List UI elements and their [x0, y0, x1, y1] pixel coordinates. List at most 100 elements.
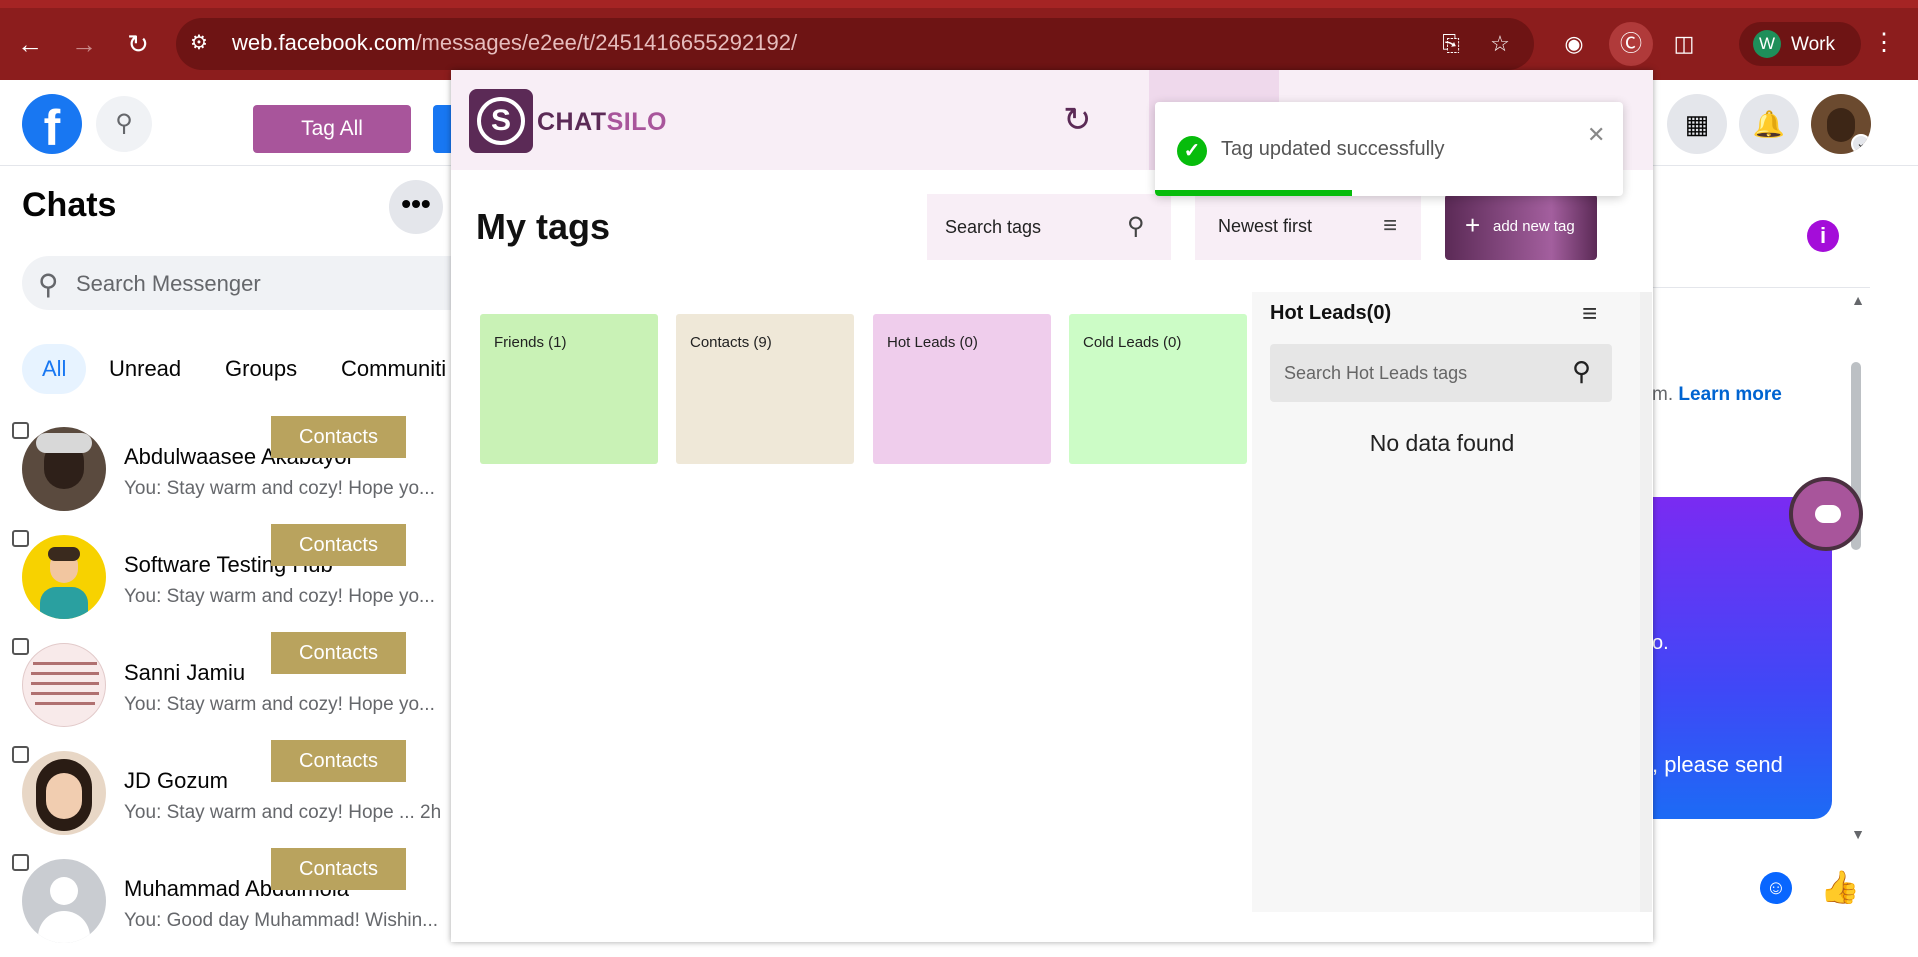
facebook-logo-icon[interactable]: f: [22, 94, 82, 154]
chatsilo-brand: CHATSILO: [537, 108, 667, 137]
brand-part-1: CHAT: [537, 108, 607, 136]
filter-lines-icon: ≡: [1383, 212, 1398, 239]
search-placeholder: Search Messenger: [76, 271, 261, 296]
contacts-tag-badge[interactable]: Contacts: [271, 632, 406, 674]
messenger-search-input[interactable]: ⚲ Search Messenger: [22, 256, 482, 310]
tag-search-input[interactable]: Search tags ⚲: [927, 194, 1171, 260]
message-text-fragment: o.: [1652, 632, 1669, 654]
add-new-tag-label: add new tag: [1493, 218, 1575, 235]
tag-search-placeholder: Search tags: [945, 217, 1042, 237]
chatsilo-floating-button[interactable]: [1789, 477, 1863, 551]
chat-list-item[interactable]: JD Gozum You: Stay warm and cozy! Hope .…: [0, 740, 452, 854]
star-icon[interactable]: ☆: [1486, 30, 1514, 58]
toast-progress-bar: [1155, 190, 1352, 196]
emoji-icon[interactable]: ☺: [1760, 872, 1792, 904]
info-icon[interactable]: i: [1807, 220, 1839, 252]
tag-detail-panel: Hot Leads(0) ≡ Search Hot Leads tags ⚲ N…: [1252, 292, 1644, 912]
notifications-bell-icon[interactable]: 🔔: [1739, 94, 1799, 154]
back-arrow-icon[interactable]: ←: [12, 26, 48, 62]
contacts-tag-badge[interactable]: Contacts: [271, 416, 406, 458]
check-icon: ✓: [1177, 136, 1207, 166]
tag-card-label: Friends (1): [494, 334, 567, 351]
chat-checkbox[interactable]: [12, 530, 29, 547]
apps-grid-icon[interactable]: ▦: [1667, 94, 1727, 154]
tag-card-friends[interactable]: Friends (1): [480, 314, 658, 464]
plus-icon: +: [1465, 210, 1481, 240]
color-ext-icon[interactable]: ◉: [1560, 30, 1588, 58]
chatsilo-ext-icon[interactable]: Ⓒ: [1617, 30, 1645, 58]
contacts-tag-badge[interactable]: Contacts: [271, 848, 406, 890]
more-options-button[interactable]: •••: [389, 180, 443, 234]
forward-arrow-icon[interactable]: →: [66, 26, 102, 62]
chat-name: Sanni Jamiu: [124, 660, 246, 685]
search-icon[interactable]: ⚲: [1127, 212, 1145, 241]
tag-card-label: Hot Leads (0): [887, 334, 978, 351]
add-new-tag-button[interactable]: + add new tag: [1445, 194, 1597, 260]
tag-detail-search-input[interactable]: Search Hot Leads tags ⚲: [1270, 344, 1612, 402]
tag-detail-heading: Hot Leads(0): [1270, 302, 1392, 324]
tag-card-label: Contacts (9): [690, 334, 772, 351]
chatsilo-logo-icon: S: [469, 89, 533, 153]
refresh-icon[interactable]: ↻: [1063, 100, 1092, 140]
tag-card-cold-leads[interactable]: Cold Leads (0): [1069, 314, 1247, 464]
avatar: [22, 751, 106, 835]
kebab-menu-icon[interactable]: ⋮: [1872, 28, 1896, 57]
install-icon[interactable]: ⎘: [1437, 30, 1465, 58]
chat-checkbox[interactable]: [12, 746, 29, 763]
chat-preview: You: Stay warm and cozy! Hope ... 2h: [124, 802, 442, 823]
learn-more-link[interactable]: Learn more: [1678, 384, 1781, 405]
puzzle-icon[interactable]: ◫: [1670, 30, 1698, 58]
chats-title: Chats: [22, 186, 117, 224]
chat-preview: You: Stay warm and cozy! Hope yo...: [124, 478, 435, 499]
chat-checkbox[interactable]: [12, 854, 29, 871]
reload-icon[interactable]: ↻: [120, 26, 156, 62]
chat-list-item[interactable]: Muhammad Abdulmola You: Good day Muhamma…: [0, 848, 452, 957]
site-info-icon[interactable]: ⚙: [190, 30, 216, 56]
page-title: My tags: [476, 206, 611, 247]
filter-lines-icon[interactable]: ≡: [1582, 298, 1597, 329]
chat-preview: You: Good day Muhammad! Wishin...: [124, 910, 439, 931]
scroll-up-icon[interactable]: ▲: [1844, 286, 1872, 314]
search-icon[interactable]: ⚲: [96, 96, 152, 152]
tag-card-label: Cold Leads (0): [1083, 334, 1182, 351]
thumbs-up-icon[interactable]: 👍: [1820, 868, 1860, 906]
message-bubble: o. , please send: [1652, 497, 1832, 819]
chat-preview: You: Stay warm and cozy! Hope yo...: [124, 694, 435, 715]
tab-unread[interactable]: Unread: [109, 344, 181, 394]
chat-name: JD Gozum: [124, 768, 228, 793]
chat-list-item[interactable]: Sanni Jamiu You: Stay warm and cozy! Hop…: [0, 632, 452, 746]
tag-detail-scrollbar[interactable]: [1640, 292, 1652, 912]
contacts-tag-badge[interactable]: Contacts: [271, 524, 406, 566]
url-host: web.facebook.com: [232, 30, 416, 55]
toast-message: Tag updated successfully: [1221, 138, 1445, 160]
avatar: [22, 643, 106, 727]
tag-card-hot-leads[interactable]: Hot Leads (0): [873, 314, 1051, 464]
tag-card-contacts[interactable]: Contacts (9): [676, 314, 854, 464]
tab-strip: [0, 0, 1918, 8]
chat-list-item[interactable]: Software Testing Hub You: Stay warm and …: [0, 524, 452, 638]
tab-groups[interactable]: Groups: [225, 344, 297, 394]
brand-part-2: SILO: [606, 108, 667, 136]
chevron-down-icon[interactable]: ⌄: [1851, 134, 1871, 154]
tab-all[interactable]: All: [22, 344, 87, 394]
avatar[interactable]: ⌄: [1811, 94, 1871, 154]
close-icon[interactable]: ✕: [1587, 122, 1605, 148]
profile-work-button[interactable]: W Work: [1739, 22, 1861, 66]
contacts-tag-badge[interactable]: Contacts: [271, 740, 406, 782]
chat-bubble-icon: [1815, 505, 1841, 523]
tab-communities[interactable]: Communiti: [341, 344, 446, 394]
sort-select[interactable]: Newest first ≡: [1195, 194, 1421, 260]
url-text[interactable]: web.facebook.com/messages/e2ee/t/2451416…: [232, 30, 797, 56]
chat-list-item[interactable]: Abdulwaasee Akabayor You: Stay warm and …: [0, 416, 452, 530]
chat-checkbox[interactable]: [12, 422, 29, 439]
avatar: [22, 427, 106, 511]
chat-checkbox[interactable]: [12, 638, 29, 655]
tag-all-button[interactable]: Tag All: [253, 105, 411, 153]
search-icon[interactable]: ⚲: [1572, 356, 1591, 387]
avatar-face: [1827, 108, 1855, 142]
chat-preview: You: Stay warm and cozy! Hope yo...: [124, 586, 435, 607]
tag-detail-search-placeholder: Search Hot Leads tags: [1284, 363, 1468, 383]
profile-label: Work: [1791, 34, 1835, 55]
message-text-fragment: , please send: [1652, 752, 1783, 777]
scroll-down-icon[interactable]: ▼: [1844, 820, 1872, 848]
